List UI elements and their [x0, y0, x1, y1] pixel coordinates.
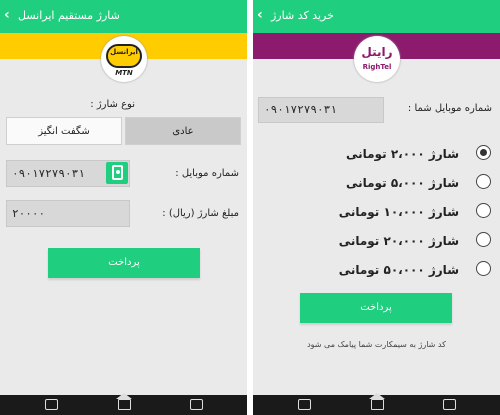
- mobile-number-field[interactable]: ۰۹۰۱۷۲۷۹۰۳۱: [258, 97, 384, 123]
- radio-icon[interactable]: [476, 232, 491, 247]
- radio-icon[interactable]: [476, 203, 491, 218]
- option-label: شارژ ۲،۰۰۰ تومانی: [346, 147, 459, 161]
- mobile-label: شماره موبایل شما :: [407, 103, 492, 114]
- amount-label: مبلغ شارژ (ریال) :: [162, 208, 239, 219]
- charge-option-20000[interactable]: شارژ ۲۰،۰۰۰ تومانی: [339, 231, 491, 251]
- top-bar: ‹ خرید کد شارژ: [253, 0, 500, 33]
- rightel-screen: ‹ خرید کد شارژ رایتل RighTel ۰۹۰۱۷۲۷۹۰۳۱…: [253, 0, 500, 415]
- option-label: شارژ ۵،۰۰۰ تومانی: [346, 176, 459, 190]
- charge-option-10000[interactable]: شارژ ۱۰،۰۰۰ تومانی: [339, 202, 491, 222]
- pay-button[interactable]: پرداخت: [300, 293, 452, 323]
- option-label: شارژ ۵۰،۰۰۰ تومانی: [338, 263, 459, 277]
- android-nav-bar: [253, 393, 500, 415]
- chevron-left-icon[interactable]: ‹: [257, 7, 263, 23]
- page-title: شارژ مستقیم ایرانسل: [18, 9, 120, 22]
- chevron-left-icon[interactable]: ‹: [4, 7, 10, 23]
- amount-field[interactable]: ۲۰۰۰۰: [6, 200, 130, 227]
- contact-book-icon[interactable]: [106, 162, 128, 184]
- recent-apps-icon[interactable]: [190, 399, 203, 410]
- radio-selected-icon[interactable]: [476, 145, 491, 160]
- charge-option-2000[interactable]: شارژ ۲،۰۰۰ تومانی: [339, 144, 491, 164]
- irancell-screen: ‹ شارژ مستقیم ایرانسل ایرانسل MTN نوع شا…: [0, 0, 247, 415]
- contact-book-dot: [116, 170, 120, 174]
- rightel-logo: رایتل RighTel: [354, 36, 400, 82]
- charge-option-5000[interactable]: شارژ ۵،۰۰۰ تومانی: [339, 173, 491, 193]
- type-option-normal[interactable]: عادی: [125, 117, 241, 145]
- option-label: شارژ ۲۰،۰۰۰ تومانی: [338, 234, 459, 248]
- home-icon[interactable]: [116, 393, 132, 410]
- radio-icon[interactable]: [476, 261, 491, 276]
- option-label: شارژ ۱۰،۰۰۰ تومانی: [338, 205, 459, 219]
- recent-apps-icon[interactable]: [443, 399, 456, 410]
- charge-type-label: نوع شارژ :: [90, 99, 135, 110]
- android-nav-bar: [0, 393, 247, 415]
- pay-button[interactable]: پرداخت: [48, 248, 200, 278]
- back-icon[interactable]: [298, 399, 311, 410]
- irancell-logo: ایرانسل MTN: [101, 36, 147, 82]
- logo-text-fa: رایتل: [361, 45, 393, 59]
- top-bar: ‹ شارژ مستقیم ایرانسل: [0, 0, 247, 33]
- home-icon[interactable]: [369, 393, 385, 410]
- mobile-label: شماره موبایل :: [175, 168, 239, 179]
- page-title: خرید کد شارژ: [271, 9, 334, 22]
- type-option-amazing[interactable]: شگفت انگیز: [6, 117, 122, 145]
- logo-badge: ایرانسل: [106, 44, 142, 68]
- logo-caption: MTN: [115, 69, 133, 77]
- radio-icon[interactable]: [476, 174, 491, 189]
- back-icon[interactable]: [45, 399, 58, 410]
- charge-option-50000[interactable]: شارژ ۵۰،۰۰۰ تومانی: [339, 260, 491, 280]
- sms-note: کد شارژ به سیمکارت شما پیامک می شود: [307, 340, 446, 349]
- logo-text-en: RighTel: [362, 63, 392, 71]
